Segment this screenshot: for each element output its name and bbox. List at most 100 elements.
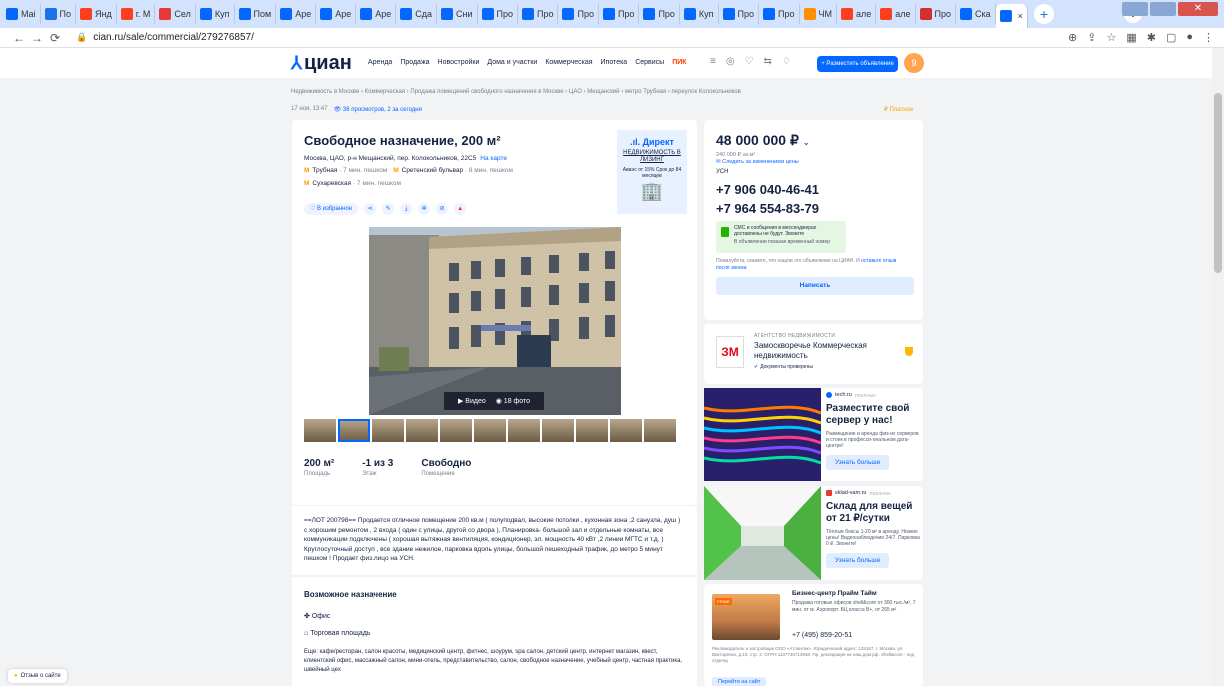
- edit-icon[interactable]: ✎: [382, 203, 395, 215]
- photo-thumbnail[interactable]: [610, 419, 642, 442]
- photos-button[interactable]: ◉ 18 фото: [496, 397, 530, 405]
- browser-tab[interactable]: Про: [599, 4, 640, 24]
- hide-icon[interactable]: ⊘: [436, 203, 449, 215]
- nav-item-pik[interactable]: ПИК: [672, 59, 686, 66]
- nav-item[interactable]: Аренда: [368, 59, 392, 66]
- agency-card[interactable]: ЗМ АГЕНТСТВО НЕДВИЖИМОСТИ Замоскворечье …: [704, 324, 923, 384]
- puzzle-icon[interactable]: ✱: [1147, 31, 1156, 44]
- write-message-button[interactable]: Написать: [716, 277, 914, 295]
- extension-icon[interactable]: ▦: [1126, 31, 1136, 44]
- nav-item[interactable]: Ипотека: [601, 59, 628, 66]
- photo-thumbnail[interactable]: [304, 419, 336, 442]
- browser-tab[interactable]: Аре: [276, 4, 317, 24]
- browser-tab[interactable]: Куп: [196, 4, 235, 24]
- reload-icon[interactable]: ⟳: [46, 31, 64, 45]
- saved-search-icon[interactable]: ⇆: [764, 56, 772, 67]
- chevron-down-icon[interactable]: ⌄: [803, 138, 810, 147]
- download-icon[interactable]: ⤓: [400, 203, 413, 215]
- nav-item[interactable]: Новостройки: [438, 59, 480, 66]
- browser-tab[interactable]: Аре: [316, 4, 357, 24]
- browser-tab[interactable]: Пом: [235, 4, 277, 24]
- browser-tab[interactable]: Куп: [680, 4, 719, 24]
- scrollbar-thumb[interactable]: [1214, 93, 1222, 273]
- browser-tab[interactable]: ЧМ: [800, 4, 838, 24]
- business-center-ad[interactable]: PRIME Бизнес-центр Прайм Тайм Продажа го…: [704, 584, 923, 686]
- direct-leasing-banner[interactable]: .ıl. Директ НЕДВИЖИМОСТЬ В ЛИЗИНГ Аванс …: [617, 130, 687, 214]
- photo-thumbnail-selected[interactable]: [338, 419, 370, 442]
- browser-tab[interactable]: По: [41, 4, 76, 24]
- views-count[interactable]: 👁 36 просмотров, 2 за сегодня: [334, 106, 422, 113]
- browser-tab[interactable]: Ска: [956, 4, 996, 24]
- site-feedback-button[interactable]: Отзыв о сайте: [8, 669, 67, 683]
- close-window-button[interactable]: ✕: [1178, 2, 1218, 16]
- metro-item[interactable]: M Трубная · 7 мин. пешком: [304, 167, 387, 174]
- minimize-button[interactable]: [1122, 2, 1148, 16]
- compare-icon[interactable]: ≡: [710, 56, 716, 67]
- avatar[interactable]: 9: [904, 53, 924, 73]
- browser-tab[interactable]: Аре: [356, 4, 397, 24]
- chat-icon[interactable]: ◎: [726, 56, 735, 67]
- browser-tab[interactable]: Про: [518, 4, 559, 24]
- nav-item[interactable]: Сервисы: [635, 59, 664, 66]
- cian-logo[interactable]: ⅄ циан: [291, 52, 352, 75]
- photo-thumbnail[interactable]: [406, 419, 438, 442]
- watch-price-link[interactable]: ✉ Следить за изменением цены: [716, 159, 911, 165]
- ad-learn-more-button[interactable]: Узнать больше: [826, 553, 890, 568]
- browser-tab[interactable]: Mai: [2, 4, 41, 24]
- ad-tech[interactable]: tech.ru РЕКЛАМА Разместите свой сервер у …: [704, 388, 923, 481]
- main-photo[interactable]: [369, 227, 621, 415]
- browser-tab[interactable]: Про: [639, 4, 680, 24]
- zoom-icon[interactable]: ⊕: [1068, 31, 1077, 44]
- browser-tab-active[interactable]: ×: [995, 4, 1028, 28]
- browser-tab[interactable]: г. М: [117, 4, 156, 24]
- notifications-bell-icon[interactable]: ♢: [782, 56, 791, 67]
- browser-tab[interactable]: Сни: [437, 4, 478, 24]
- browser-tab[interactable]: але: [837, 4, 877, 24]
- photo-thumbnail[interactable]: [542, 419, 574, 442]
- nav-item[interactable]: Коммерческая: [545, 59, 592, 66]
- ad-learn-more-button[interactable]: Узнать больше: [826, 455, 890, 470]
- browser-tab[interactable]: Про: [558, 4, 599, 24]
- share-icon[interactable]: ⋖: [364, 203, 377, 215]
- forward-icon[interactable]: →: [28, 31, 46, 45]
- metro-item[interactable]: M Сретенский бульвар · 8 мин. пешком: [393, 167, 513, 174]
- breadcrumb[interactable]: Недвижимость в Москве › Коммерческая › П…: [291, 89, 741, 95]
- bc-phone[interactable]: +7 (495) 859-20-51: [792, 632, 852, 639]
- photo-thumbnail[interactable]: [576, 419, 608, 442]
- back-icon[interactable]: ←: [10, 31, 28, 45]
- phone-number-1[interactable]: +7 906 040-46-41: [716, 182, 911, 197]
- nav-item[interactable]: Дома и участки: [487, 59, 537, 66]
- video-button[interactable]: ▶ Видео: [458, 397, 486, 405]
- photo-thumbnail[interactable]: [474, 419, 506, 442]
- nav-item[interactable]: Продажа: [400, 59, 429, 66]
- add-to-favorites-button[interactable]: ♡ В избранное: [304, 203, 359, 215]
- metro-item[interactable]: M Сухаревская · 7 мин. пешком: [304, 180, 401, 187]
- browser-tab[interactable]: Про: [478, 4, 518, 24]
- settings-icon[interactable]: ✲: [418, 203, 431, 215]
- browser-tab[interactable]: Про: [719, 4, 760, 24]
- browser-tab[interactable]: Сда: [396, 4, 437, 24]
- browser-tab[interactable]: Янд: [76, 4, 117, 24]
- photo-thumbnail[interactable]: [508, 419, 540, 442]
- report-icon[interactable]: ▲: [454, 203, 467, 215]
- share-icon[interactable]: ⇪: [1087, 31, 1096, 44]
- photo-thumbnail[interactable]: [644, 419, 676, 442]
- profile-icon[interactable]: ●: [1186, 31, 1193, 44]
- close-tab-icon[interactable]: ×: [1018, 11, 1023, 21]
- browser-tab[interactable]: Про: [759, 4, 800, 24]
- favorites-heart-icon[interactable]: ♡: [745, 56, 754, 67]
- browser-tab[interactable]: але: [876, 4, 916, 24]
- ad-storage[interactable]: sklad-vam.ru РЕКЛАМА Склад для вещей от 2…: [704, 486, 923, 580]
- browser-tab[interactable]: Сел: [155, 4, 196, 24]
- sidepanel-icon[interactable]: ▢: [1166, 31, 1176, 44]
- page-scrollbar[interactable]: [1212, 48, 1224, 686]
- browser-tab[interactable]: Про: [916, 4, 957, 24]
- url-field[interactable]: 🔒 cian.ru/sale/commercial/279276857/: [76, 32, 254, 43]
- maximize-button[interactable]: [1150, 2, 1176, 16]
- bookmark-star-icon[interactable]: ☆: [1106, 31, 1116, 44]
- agency-name[interactable]: Замоскворечье Коммерческая недвижимость: [754, 341, 884, 361]
- photo-thumbnail[interactable]: [372, 419, 404, 442]
- menu-dots-icon[interactable]: ⋮: [1203, 31, 1214, 44]
- on-map-link[interactable]: На карте: [480, 155, 507, 162]
- photo-thumbnail[interactable]: [440, 419, 472, 442]
